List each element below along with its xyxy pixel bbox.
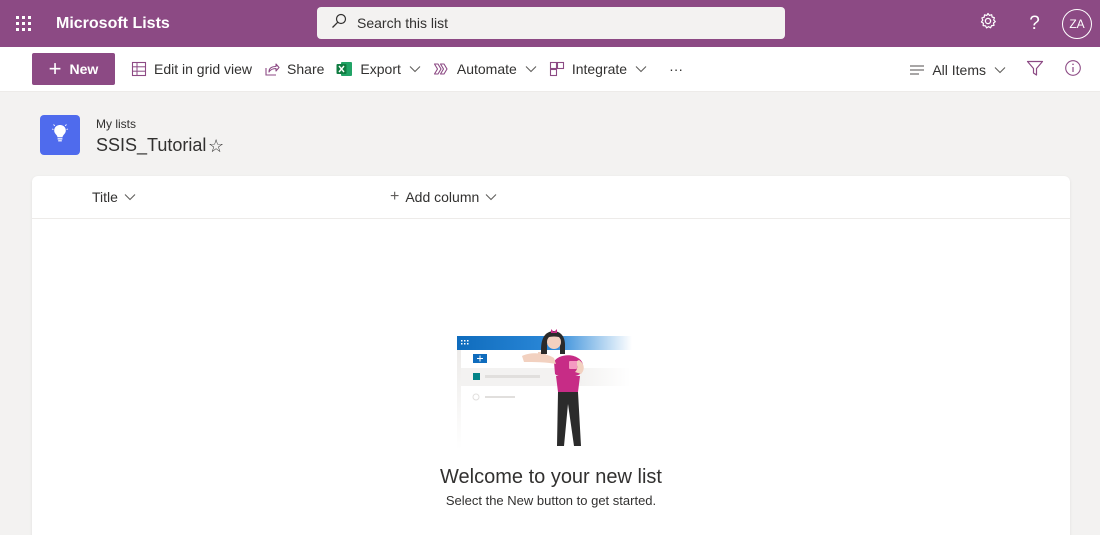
chevron-down-icon (635, 65, 647, 73)
info-icon (1064, 59, 1082, 80)
help-button[interactable]: ? (1011, 0, 1058, 47)
automate-icon (433, 61, 450, 77)
view-switcher[interactable]: All Items (903, 54, 1012, 86)
share-label: Share (287, 61, 325, 77)
column-header-title[interactable]: Title (92, 189, 136, 205)
waffle-icon (16, 16, 31, 31)
view-label: All Items (932, 61, 986, 78)
add-column-label: Add column (405, 189, 480, 205)
lines-icon (909, 63, 925, 77)
more-icon: ··· (669, 61, 684, 77)
lightbulb-icon (51, 123, 69, 148)
column-title-label: Title (92, 189, 118, 205)
chevron-down-icon (525, 65, 537, 73)
help-icon: ? (1029, 12, 1040, 34)
search-input[interactable] (357, 15, 757, 31)
breadcrumb[interactable]: My lists (96, 117, 136, 131)
chevron-down-icon (124, 193, 136, 201)
chevron-down-icon (409, 65, 421, 73)
edit-grid-view-button[interactable]: Edit in grid view (125, 53, 258, 85)
integrate-label: Integrate (571, 61, 628, 77)
new-button[interactable]: + New (32, 53, 115, 85)
export-label: Export (360, 61, 401, 77)
suite-actions: ? ZA (964, 0, 1100, 47)
list-card: Title + Add column Welcome to your new l… (32, 176, 1070, 535)
page-title: SSIS_Tutorial (96, 135, 207, 155)
grid-icon (131, 61, 147, 77)
export-button[interactable]: Export (330, 53, 426, 85)
chevron-down-icon (485, 193, 497, 201)
settings-button[interactable] (964, 0, 1011, 47)
new-button-label: New (69, 61, 99, 77)
gear-icon (979, 12, 997, 35)
app-launcher-button[interactable] (0, 0, 47, 47)
list-icon (40, 115, 80, 155)
empty-state-subtext: Select the New button to get started. (445, 493, 657, 508)
search-icon (331, 13, 347, 34)
plus-icon: + (48, 56, 62, 81)
excel-icon (336, 61, 353, 77)
search-box[interactable] (317, 7, 785, 39)
command-bar-right: All Items (903, 47, 1100, 92)
share-button[interactable]: Share (258, 53, 330, 85)
avatar[interactable]: ZA (1062, 8, 1092, 39)
add-column-button[interactable]: + Add column (390, 189, 497, 205)
automate-button[interactable]: Automate (427, 53, 543, 85)
edit-grid-view-label: Edit in grid view (154, 61, 253, 77)
share-icon (264, 61, 280, 77)
plus-icon: + (390, 188, 400, 205)
filter-button[interactable] (1020, 54, 1050, 86)
filter-icon (1026, 59, 1044, 80)
integrate-button[interactable]: Integrate (543, 53, 653, 85)
app-name[interactable]: Microsoft Lists (56, 15, 170, 33)
info-button[interactable] (1058, 54, 1088, 86)
favorite-star-icon[interactable]: ☆ (208, 136, 224, 157)
chevron-down-icon (994, 66, 1006, 74)
empty-list-illustration (457, 329, 632, 450)
column-header-row: Title + Add column (32, 176, 1070, 219)
command-bar: + New Edit in grid view Share Export Aut… (0, 47, 1100, 92)
automate-label: Automate (456, 61, 517, 77)
integrate-icon (549, 61, 565, 77)
suite-header: Microsoft Lists ? ZA (0, 0, 1100, 47)
empty-state-heading: Welcome to your new list (440, 466, 662, 488)
more-button[interactable]: ··· (663, 53, 689, 85)
